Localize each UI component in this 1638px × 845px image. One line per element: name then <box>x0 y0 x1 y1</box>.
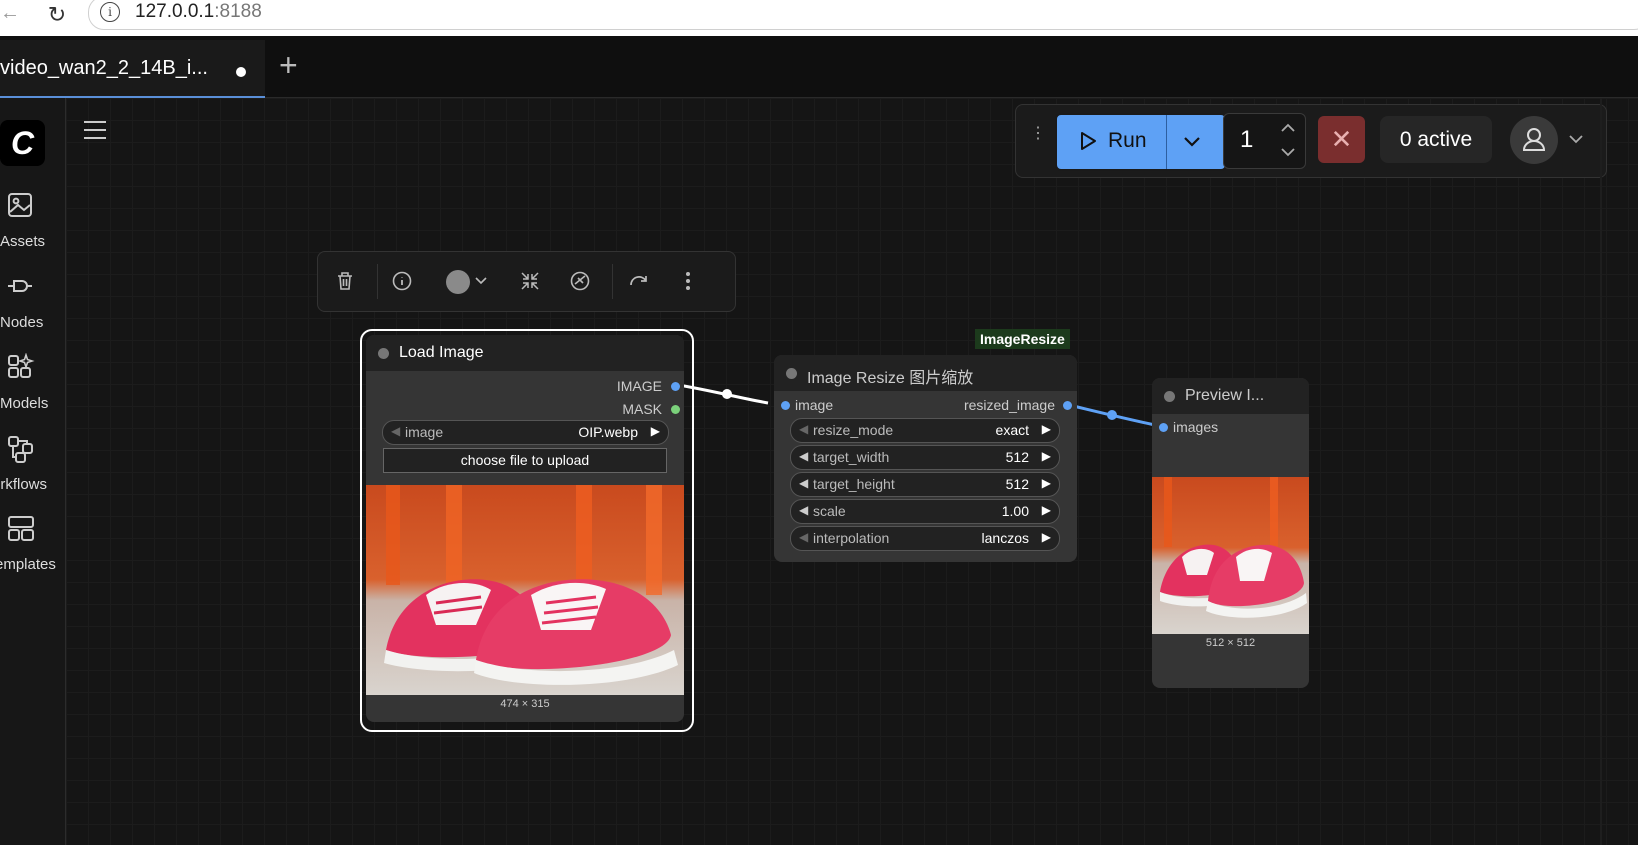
image-dimensions: 512 × 512 <box>1205 637 1256 649</box>
chevron-down-icon[interactable] <box>1280 146 1296 158</box>
collapse-dot[interactable] <box>1164 391 1175 402</box>
active-queue-button[interactable]: 0 active <box>1380 116 1492 163</box>
menu-hamburger-icon[interactable] <box>84 121 106 145</box>
run-button[interactable]: Run <box>1055 113 1227 171</box>
decrement-arrow-icon[interactable]: ◀ <box>799 422 808 436</box>
output-port-mask[interactable] <box>671 405 680 414</box>
node-title: Load Image <box>399 344 484 361</box>
node-title: Preview I... <box>1185 387 1265 404</box>
load-image-node[interactable]: Load Image IMAGE MASK ◀ image OIP.webp ▶… <box>366 335 684 722</box>
decrement-arrow-icon[interactable]: ◀ <box>391 424 400 438</box>
scale-widget[interactable]: ◀ scale 1.00 ▶ <box>790 499 1060 524</box>
back-arrow-icon[interactable]: ← <box>0 2 20 25</box>
increment-arrow-icon[interactable]: ▶ <box>1042 476 1051 490</box>
node-selection-toolbar <box>317 251 736 312</box>
output-port-image[interactable] <box>671 382 680 391</box>
input-label-image: image <box>795 397 834 413</box>
url-field[interactable] <box>88 0 1638 30</box>
play-icon <box>1081 132 1096 150</box>
user-icon <box>1522 128 1546 151</box>
sneaker-image-preview <box>1152 477 1309 634</box>
user-avatar-button[interactable] <box>1510 116 1558 164</box>
output-label-image: IMAGE <box>616 378 662 394</box>
image-dimensions: 474 × 315 <box>500 698 550 710</box>
decrement-arrow-icon[interactable]: ◀ <box>799 449 808 463</box>
cancel-run-button[interactable]: ✕ <box>1318 116 1365 163</box>
sneaker-image-preview <box>366 485 684 695</box>
sidebar-item-label: Assets <box>0 233 46 250</box>
input-label-images: images <box>1173 419 1219 435</box>
increment-arrow-icon[interactable]: ▶ <box>1042 503 1051 517</box>
chevron-up-icon[interactable] <box>1280 122 1296 134</box>
node-header[interactable]: Preview I... <box>1152 378 1309 414</box>
new-tab-plus-icon[interactable]: + <box>279 49 298 81</box>
output-port-resized-image[interactable] <box>1063 401 1072 410</box>
sidebar-item-label: Nodes <box>0 314 44 331</box>
sidebar-item-label: orkflows <box>0 476 48 493</box>
image-icon <box>8 193 32 217</box>
collapse-icon[interactable] <box>519 270 541 292</box>
output-label-resized-image: resized_image <box>963 397 1055 413</box>
image-combo-widget[interactable]: ◀ image OIP.webp ▶ <box>382 420 669 445</box>
decrement-arrow-icon[interactable]: ◀ <box>799 530 808 544</box>
increment-arrow-icon[interactable]: ▶ <box>651 424 660 438</box>
image-resize-node[interactable]: Image Resize 图片缩放 image resized_image ◀ … <box>774 355 1077 562</box>
output-label-mask: MASK <box>622 401 662 417</box>
upload-button[interactable]: choose file to upload <box>383 448 667 473</box>
sidebar-item-assets[interactable]: Assets <box>0 191 64 251</box>
increment-arrow-icon[interactable]: ▶ <box>1042 530 1051 544</box>
unsaved-dot-icon <box>236 67 246 77</box>
decrement-arrow-icon[interactable]: ◀ <box>799 503 808 517</box>
more-options-icon[interactable] <box>684 270 692 292</box>
queue-count-stepper[interactable]: 1 <box>1223 113 1306 169</box>
close-icon: ✕ <box>1330 124 1353 154</box>
run-options-chevron-icon[interactable] <box>1181 131 1203 153</box>
decrement-arrow-icon[interactable]: ◀ <box>799 476 808 490</box>
increment-arrow-icon[interactable]: ▶ <box>1042 422 1051 436</box>
node-link-icon <box>8 280 32 292</box>
sidebar-item-templates[interactable]: emplates <box>0 514 64 574</box>
collapse-dot[interactable] <box>786 368 797 379</box>
workflow-tab-bar: video_wan2_2_14B_i... + <box>0 36 1638 98</box>
comfy-logo[interactable]: C <box>0 120 45 166</box>
node-title: Image Resize 图片缩放 <box>807 370 974 387</box>
increment-arrow-icon[interactable]: ▶ <box>1042 449 1051 463</box>
models-icon <box>8 353 35 378</box>
collapse-dot[interactable] <box>378 348 389 359</box>
interpolation-widget[interactable]: ◀ interpolation lanczos ▶ <box>790 526 1060 551</box>
resize-mode-widget[interactable]: ◀ resize_mode exact ▶ <box>790 418 1060 443</box>
workflow-tab-title: video_wan2_2_14B_i... <box>0 57 208 79</box>
redo-icon[interactable] <box>627 270 651 292</box>
node-type-badge: ImageResize <box>975 329 1070 349</box>
reload-icon[interactable]: ↻ <box>44 2 70 28</box>
template-icon <box>8 516 34 541</box>
node-color-swatch[interactable] <box>446 270 470 294</box>
queue-count-value: 1 <box>1240 126 1254 153</box>
browser-address-bar: ← ↻ i 127.0.0.1:8188 <box>0 0 1638 37</box>
bypass-icon[interactable] <box>569 270 591 292</box>
node-header[interactable]: Image Resize 图片缩放 <box>774 355 1077 391</box>
url-text[interactable]: 127.0.0.1:8188 <box>135 1 262 23</box>
site-info-icon[interactable]: i <box>100 2 120 22</box>
sidebar-item-label: Models <box>0 395 49 412</box>
node-header[interactable]: Load Image <box>366 335 684 371</box>
sidebar: C Assets Nodes Models orkflows <box>0 98 66 845</box>
preview-image-node[interactable]: Preview I... images 512 × 512 <box>1152 378 1309 688</box>
sidebar-item-models[interactable]: Models <box>0 353 64 413</box>
input-port-images[interactable] <box>1159 423 1168 432</box>
input-port-image[interactable] <box>781 401 790 410</box>
user-menu-chevron-icon[interactable] <box>1568 133 1584 145</box>
sidebar-item-nodes[interactable]: Nodes <box>0 272 64 332</box>
sidebar-item-workflows[interactable]: orkflows <box>0 434 64 494</box>
sidebar-item-label: emplates <box>0 556 56 573</box>
chevron-down-icon[interactable] <box>474 276 488 286</box>
target-width-widget[interactable]: ◀ target_width 512 ▶ <box>790 445 1060 470</box>
workflow-tab[interactable]: video_wan2_2_14B_i... <box>0 40 265 98</box>
canvas-right-edge <box>1600 98 1602 845</box>
workflow-icon <box>8 436 33 463</box>
run-label: Run <box>1108 129 1147 152</box>
info-icon[interactable] <box>391 270 413 292</box>
trash-icon[interactable] <box>334 270 356 292</box>
target-height-widget[interactable]: ◀ target_height 512 ▶ <box>790 472 1060 497</box>
